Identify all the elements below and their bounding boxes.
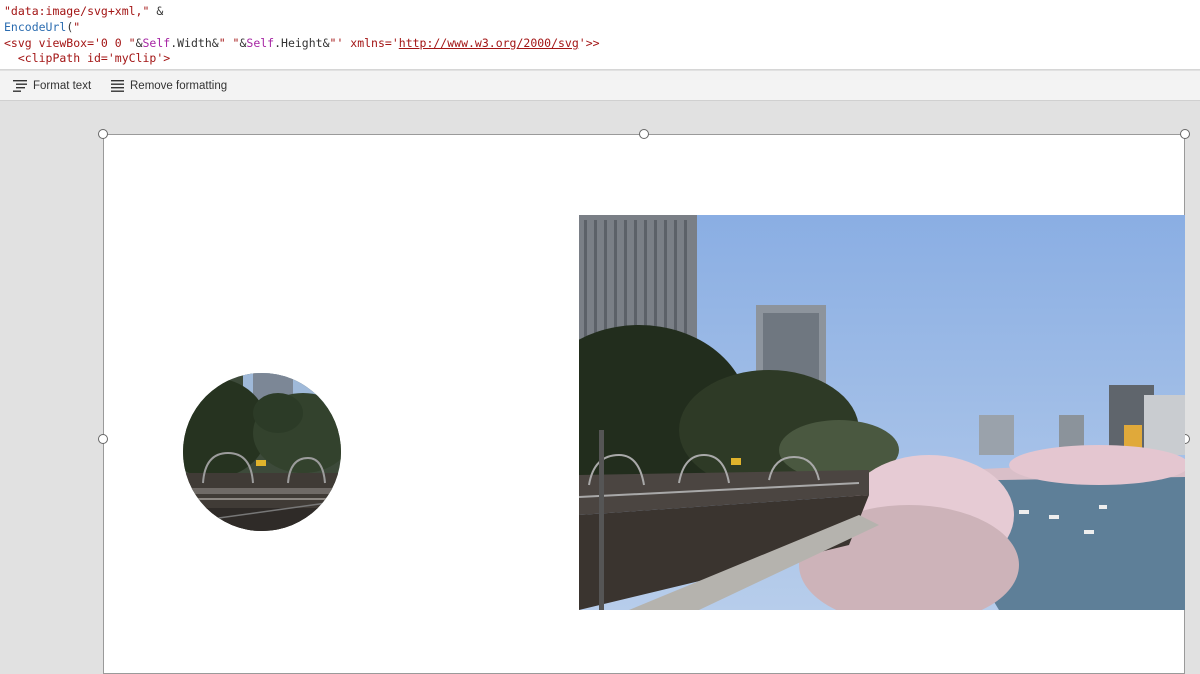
resize-handle-left[interactable] xyxy=(98,434,108,444)
format-text-icon xyxy=(13,80,27,92)
remove-formatting-icon xyxy=(111,80,124,92)
formula-toolbar: Format text Remove formatting xyxy=(0,71,1200,101)
cherry-blossom-river-photo xyxy=(579,215,1185,610)
xmlns-link[interactable]: http://www.w3.org/2000/svg xyxy=(399,36,579,50)
formula-line-4: <clipPath id='myClip'> xyxy=(4,51,171,66)
format-text-label: Format text xyxy=(33,80,92,92)
resize-handle-top[interactable] xyxy=(639,129,649,139)
formula-line-2: EncodeUrl(" xyxy=(4,19,81,34)
resize-handle-top-left[interactable] xyxy=(98,129,108,139)
formula-line-1: "data:image/svg+xml," & xyxy=(4,4,164,18)
format-text-button[interactable]: Format text xyxy=(13,71,91,101)
formula-bar[interactable]: "data:image/svg+xml," & EncodeUrl(" <svg… xyxy=(0,0,1200,70)
remove-formatting-button[interactable]: Remove formatting xyxy=(111,71,227,101)
formula-line-3: <svg viewBox='0 0 "&Self.Width&" "&Self.… xyxy=(4,35,600,50)
circle-clipped-photo xyxy=(183,373,341,531)
remove-formatting-label: Remove formatting xyxy=(130,80,228,92)
resize-handle-top-right[interactable] xyxy=(1180,129,1190,139)
